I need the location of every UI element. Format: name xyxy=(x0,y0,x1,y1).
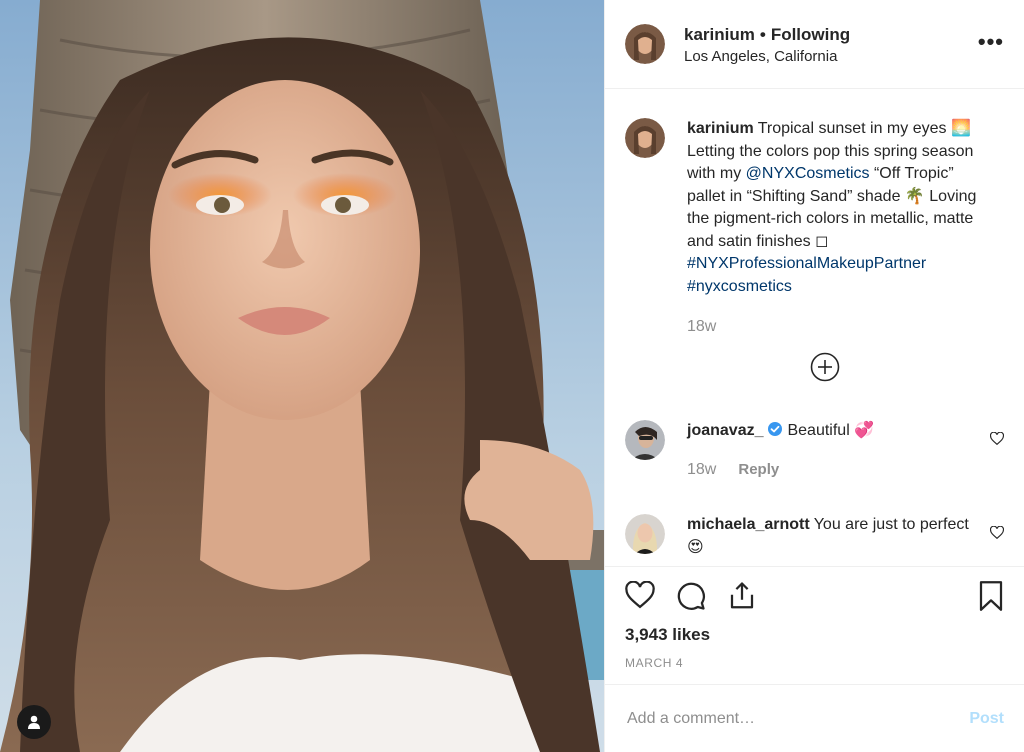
avatar[interactable] xyxy=(625,24,665,64)
comment-username[interactable]: joanavaz_ xyxy=(687,422,763,439)
likes-count[interactable]: 3,943 likes xyxy=(625,625,710,645)
avatar-image xyxy=(625,420,665,460)
share-button[interactable] xyxy=(727,581,757,616)
caption: karinium Tropical sunset in my eyes 🌅 Let… xyxy=(625,118,1004,339)
header-username[interactable]: karinium xyxy=(684,24,755,45)
action-icons xyxy=(625,580,1008,616)
avatar-image xyxy=(625,514,665,554)
post-modal: karinium • Following Los Angeles, Califo… xyxy=(0,0,1024,752)
header-location[interactable]: Los Angeles, California xyxy=(684,48,850,65)
like-comment-button[interactable] xyxy=(989,431,1005,450)
caption-hashtag[interactable]: #nyxcosmetics xyxy=(687,278,792,295)
caption-username[interactable]: karinium xyxy=(687,120,754,137)
comment-username[interactable]: michaela_arnott xyxy=(687,516,810,533)
comment-input[interactable] xyxy=(625,708,970,729)
verified-badge-icon xyxy=(768,422,783,436)
heart-icon xyxy=(625,580,655,609)
heart-icon xyxy=(989,525,1005,540)
caption-time[interactable]: 18w xyxy=(687,316,716,339)
avatar[interactable] xyxy=(625,118,665,158)
caption-hashtag[interactable]: #NYXProfessionalMakeupPartner xyxy=(687,255,926,272)
more-options-button[interactable]: ••• xyxy=(978,31,1004,53)
header-title-line: karinium • Following xyxy=(684,24,850,45)
post-header: karinium • Following Los Angeles, Califo… xyxy=(605,0,1024,89)
post-actions: 3,943 likes MARCH 4 xyxy=(605,566,1024,684)
comments-section[interactable]: karinium Tropical sunset in my eyes 🌅 Let… xyxy=(605,90,1024,566)
avatar-image xyxy=(625,24,665,64)
avatar[interactable] xyxy=(625,514,665,554)
follow-status[interactable]: Following xyxy=(771,24,850,45)
post-comment-button[interactable]: Post xyxy=(969,710,1004,728)
comment-item: joanavaz_ Beautiful 💞 18w Reply xyxy=(625,420,1005,481)
like-comment-button[interactable] xyxy=(989,525,1005,544)
header-separator: • xyxy=(759,24,766,44)
user-tag-icon xyxy=(28,715,40,729)
comment-meta: 18w Reply xyxy=(687,459,987,482)
reply-button[interactable]: Reply xyxy=(738,459,779,482)
caption-meta: 18w xyxy=(687,316,987,339)
post-photo[interactable] xyxy=(0,0,604,752)
avatar-image xyxy=(625,118,665,158)
share-icon xyxy=(730,582,754,609)
avatar[interactable] xyxy=(625,420,665,460)
save-button[interactable] xyxy=(978,581,1004,616)
add-comment-bar: Post xyxy=(605,684,1024,752)
plus-circle-icon xyxy=(810,352,840,382)
post-image xyxy=(0,0,604,752)
comment-button[interactable] xyxy=(676,581,706,616)
comment-bubble-icon xyxy=(677,582,705,610)
user-tag-button[interactable] xyxy=(17,705,51,739)
header-text: karinium • Following Los Angeles, Califo… xyxy=(684,24,850,65)
comment-time[interactable]: 18w xyxy=(687,459,716,482)
heart-icon xyxy=(989,431,1005,446)
bookmark-icon xyxy=(979,581,1003,611)
comment-text: Beautiful 💞 xyxy=(787,422,875,439)
caption-body: karinium Tropical sunset in my eyes 🌅 Let… xyxy=(687,118,987,339)
load-more-comments-button[interactable] xyxy=(810,352,840,387)
caption-mention[interactable]: @NYXCosmetics xyxy=(746,165,870,182)
comment-body: michaela_arnott You are just to perfect 😍 xyxy=(687,514,987,559)
post-side-panel: karinium • Following Los Angeles, Califo… xyxy=(604,0,1024,752)
post-date[interactable]: MARCH 4 xyxy=(625,656,683,670)
comment-item: michaela_arnott You are just to perfect 😍 xyxy=(625,514,1005,559)
comment-body: joanavaz_ Beautiful 💞 18w Reply xyxy=(687,420,987,481)
like-button[interactable] xyxy=(625,580,655,614)
